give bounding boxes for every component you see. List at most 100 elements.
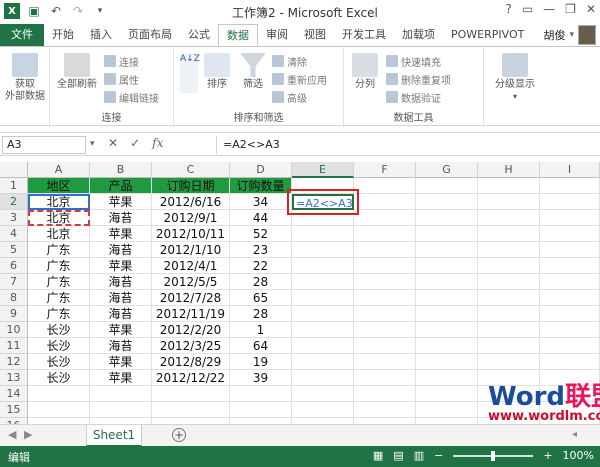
table-cell[interactable]: 苹果 <box>90 370 152 386</box>
table-cell[interactable]: 23 <box>230 242 292 258</box>
grid-cell[interactable] <box>354 306 416 322</box>
grid-cell[interactable] <box>354 354 416 370</box>
insert-function-icon[interactable]: fx <box>152 136 163 150</box>
row-header[interactable]: 5 <box>0 242 28 258</box>
grid-cell[interactable] <box>478 338 540 354</box>
tab-insert[interactable]: 插入 <box>82 24 120 46</box>
grid-cell[interactable] <box>540 274 600 290</box>
table-header-cell[interactable]: 订购数量 <box>230 178 292 194</box>
table-header-cell[interactable]: 产品 <box>90 178 152 194</box>
column-header-i[interactable]: I <box>540 162 600 178</box>
zoom-in-icon[interactable]: + <box>543 449 552 462</box>
tab-addins[interactable]: 加载项 <box>394 24 443 46</box>
flash-fill-button[interactable]: 快速填充 <box>386 53 441 69</box>
grid-cell[interactable] <box>292 258 354 274</box>
minimize-icon[interactable]: — <box>543 2 555 16</box>
table-cell[interactable]: 苹果 <box>90 354 152 370</box>
table-cell[interactable]: 22 <box>230 258 292 274</box>
grid-cell[interactable] <box>478 194 540 210</box>
grid-cell[interactable] <box>28 402 90 418</box>
worksheet-grid[interactable]: A B C D E F G H I 1 地区 产品 订购日期 订购数量 2 北京 苹果 2012… <box>0 162 600 434</box>
grid-cell[interactable] <box>478 354 540 370</box>
grid-cell[interactable] <box>292 226 354 242</box>
grid-cell[interactable] <box>354 402 416 418</box>
column-header-g[interactable]: G <box>416 162 478 178</box>
table-cell[interactable]: 2012/6/16 <box>152 194 230 210</box>
grid-cell[interactable] <box>292 354 354 370</box>
grid-cell[interactable] <box>416 226 478 242</box>
column-header-b[interactable]: B <box>90 162 152 178</box>
column-header-c[interactable]: C <box>152 162 230 178</box>
grid-cell[interactable] <box>478 258 540 274</box>
grid-cell[interactable] <box>354 338 416 354</box>
redo-icon[interactable]: ↷ <box>70 3 86 19</box>
table-cell[interactable]: 海苔 <box>90 338 152 354</box>
row-header[interactable]: 4 <box>0 226 28 242</box>
grid-cell[interactable] <box>230 402 292 418</box>
table-cell[interactable]: 长沙 <box>28 338 90 354</box>
tab-view[interactable]: 视图 <box>296 24 334 46</box>
table-cell[interactable]: 苹果 <box>90 226 152 242</box>
table-cell[interactable]: 2012/11/19 <box>152 306 230 322</box>
grid-cell[interactable] <box>292 322 354 338</box>
grid-cell[interactable] <box>416 210 478 226</box>
grid-cell[interactable] <box>416 322 478 338</box>
table-cell[interactable]: 海苔 <box>90 242 152 258</box>
grid-cell[interactable] <box>416 290 478 306</box>
grid-cell[interactable] <box>292 242 354 258</box>
grid-cell[interactable] <box>354 322 416 338</box>
table-cell[interactable]: 2012/2/20 <box>152 322 230 338</box>
table-header-cell[interactable]: 订购日期 <box>152 178 230 194</box>
table-cell[interactable]: 1 <box>230 322 292 338</box>
grid-cell[interactable] <box>540 210 600 226</box>
grid-cell[interactable] <box>478 242 540 258</box>
grid-cell[interactable] <box>416 338 478 354</box>
column-header-h[interactable]: H <box>478 162 540 178</box>
scroll-left-icon[interactable]: ◂ <box>572 429 577 440</box>
grid-cell[interactable] <box>354 226 416 242</box>
table-cell[interactable]: 广东 <box>28 306 90 322</box>
grid-cell[interactable] <box>478 306 540 322</box>
tab-data[interactable]: 数据 <box>218 24 258 46</box>
page-layout-view-icon[interactable]: ▤ <box>393 449 403 462</box>
grid-cell[interactable] <box>478 178 540 194</box>
reapply-button[interactable]: 重新应用 <box>272 71 327 87</box>
grid-cell[interactable] <box>354 178 416 194</box>
grid-cell[interactable] <box>354 194 416 210</box>
table-cell[interactable]: 19 <box>230 354 292 370</box>
table-cell[interactable]: 2012/5/5 <box>152 274 230 290</box>
grid-cell[interactable] <box>354 258 416 274</box>
grid-cell[interactable] <box>292 274 354 290</box>
grid-cell[interactable] <box>416 258 478 274</box>
add-sheet-icon[interactable]: + <box>172 428 186 442</box>
zoom-level[interactable]: 100% <box>563 449 594 462</box>
grid-cell[interactable] <box>292 306 354 322</box>
save-icon[interactable]: ▣ <box>26 3 42 19</box>
grid-cell[interactable] <box>416 370 478 386</box>
grid-cell[interactable] <box>90 402 152 418</box>
table-cell[interactable]: 2012/9/1 <box>152 210 230 226</box>
undo-icon[interactable]: ↶ <box>48 3 64 19</box>
tab-review[interactable]: 审阅 <box>258 24 296 46</box>
tab-page-layout[interactable]: 页面布局 <box>120 24 180 46</box>
grid-cell[interactable] <box>478 210 540 226</box>
grid-cell[interactable] <box>416 402 478 418</box>
grid-cell[interactable] <box>540 338 600 354</box>
tab-formulas[interactable]: 公式 <box>180 24 218 46</box>
grid-cell[interactable] <box>416 386 478 402</box>
table-cell[interactable]: 2012/7/28 <box>152 290 230 306</box>
close-icon[interactable]: ✕ <box>586 2 596 16</box>
table-cell[interactable]: 广东 <box>28 290 90 306</box>
clear-filter-button[interactable]: 清除 <box>272 53 307 69</box>
row-header[interactable]: 10 <box>0 322 28 338</box>
table-cell[interactable]: 28 <box>230 306 292 322</box>
grid-cell[interactable] <box>540 226 600 242</box>
grid-cell[interactable] <box>478 226 540 242</box>
properties-button[interactable]: 属性 <box>104 71 139 87</box>
row-header[interactable]: 7 <box>0 274 28 290</box>
grid-cell[interactable] <box>230 386 292 402</box>
grid-cell[interactable] <box>90 386 152 402</box>
normal-view-icon[interactable]: ▦ <box>373 449 383 462</box>
table-cell[interactable]: 长沙 <box>28 354 90 370</box>
grid-cell[interactable] <box>416 354 478 370</box>
